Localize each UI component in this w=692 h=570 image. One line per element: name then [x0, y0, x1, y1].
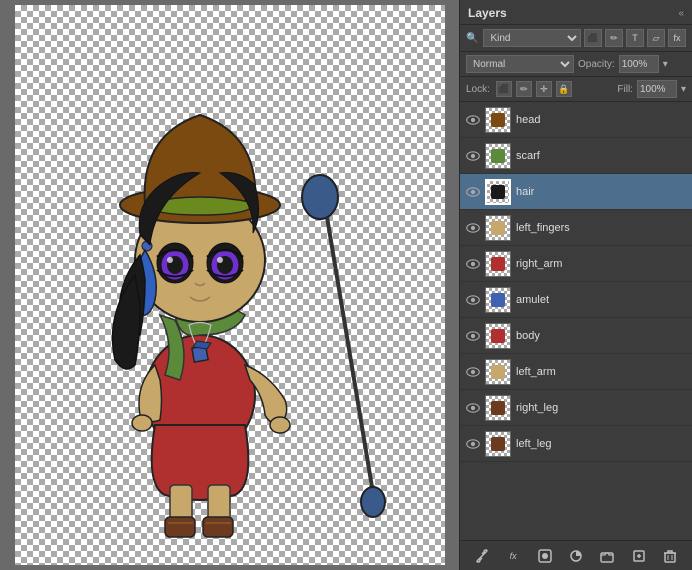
search-icon: 🔍 [466, 33, 478, 44]
layer-visibility-toggle[interactable] [464, 147, 482, 165]
blend-mode-select[interactable]: Normal [466, 55, 574, 73]
brush-filter-btn[interactable]: ✏ [605, 29, 623, 47]
layer-thumbnail [485, 215, 511, 241]
canvas-area [0, 0, 459, 570]
layer-visibility-toggle[interactable] [464, 183, 482, 201]
layer-name-label: left_leg [516, 438, 551, 450]
layer-name-label: body [516, 330, 540, 342]
new-adjustment-btn[interactable] [565, 545, 587, 567]
layers-list[interactable]: head scarf hair left_fingers right_arm a… [460, 102, 692, 540]
layer-thumbnail [485, 143, 511, 169]
layer-name-label: right_leg [516, 402, 558, 414]
layer-visibility-toggle[interactable] [464, 219, 482, 237]
layer-thumbnail [485, 323, 511, 349]
layer-name-label: left_fingers [516, 222, 570, 234]
fx-text: fx [510, 551, 517, 561]
fill-label: Fill: [617, 84, 633, 95]
layer-thumbnail [485, 431, 511, 457]
lock-row: Lock: ⬛ ✏ ✛ 🔒 Fill: ▾ [460, 77, 692, 102]
layers-panel: Layers « 🔍 Kind ⬛ ✏ T ▱ fx Normal Opacit… [459, 0, 692, 570]
layer-visibility-toggle[interactable] [464, 363, 482, 381]
layers-bottom-toolbar: fx [460, 540, 692, 570]
text-filter-btn[interactable]: T [626, 29, 644, 47]
layer-thumbnail [485, 251, 511, 277]
layer-visibility-toggle[interactable] [464, 435, 482, 453]
layer-item[interactable]: left_arm [460, 354, 692, 390]
canvas-checker [15, 5, 445, 565]
link-layers-btn[interactable] [471, 545, 493, 567]
fill-input[interactable] [637, 80, 677, 98]
layer-visibility-toggle[interactable] [464, 255, 482, 273]
layer-name-label: left_arm [516, 366, 556, 378]
add-style-btn[interactable]: fx [502, 545, 524, 567]
character-illustration [15, 5, 445, 565]
lock-image-btn[interactable]: ✏ [516, 81, 532, 97]
layer-item[interactable]: head [460, 102, 692, 138]
delete-layer-btn[interactable] [659, 545, 681, 567]
fill-arrow-icon[interactable]: ▾ [681, 84, 686, 95]
opacity-label: Opacity: [578, 59, 615, 70]
layer-thumbnail [485, 107, 511, 133]
opacity-input[interactable] [619, 55, 659, 73]
opacity-arrow-icon[interactable]: ▾ [663, 59, 668, 70]
layer-name-label: right_arm [516, 258, 562, 270]
layer-item[interactable]: body [460, 318, 692, 354]
blend-mode-row: Normal Opacity: ▾ [460, 52, 692, 77]
layer-visibility-toggle[interactable] [464, 291, 482, 309]
lock-all-btn[interactable]: 🔒 [556, 81, 572, 97]
pixel-filter-btn[interactable]: ⬛ [584, 29, 602, 47]
lock-label: Lock: [466, 84, 490, 95]
add-mask-btn[interactable] [534, 545, 556, 567]
layer-item[interactable]: left_fingers [460, 210, 692, 246]
layer-visibility-toggle[interactable] [464, 327, 482, 345]
filter-row: 🔍 Kind ⬛ ✏ T ▱ fx [460, 25, 692, 52]
new-group-btn[interactable] [596, 545, 618, 567]
panel-header: Layers « [460, 0, 692, 25]
layer-item[interactable]: left_leg [460, 426, 692, 462]
layer-thumbnail [485, 287, 511, 313]
layer-thumbnail [485, 179, 511, 205]
shape-filter-btn[interactable]: ▱ [647, 29, 665, 47]
layer-name-label: head [516, 114, 540, 126]
layer-thumbnail [485, 359, 511, 385]
layer-name-label: scarf [516, 150, 540, 162]
lock-pixels-btn[interactable]: ⬛ [496, 81, 512, 97]
fx-filter-btn[interactable]: fx [668, 29, 686, 47]
layer-thumbnail [485, 395, 511, 421]
new-layer-btn[interactable] [628, 545, 650, 567]
layer-name-label: hair [516, 186, 534, 198]
layer-item[interactable]: right_leg [460, 390, 692, 426]
layer-item[interactable]: scarf [460, 138, 692, 174]
collapse-icon[interactable]: « [678, 8, 684, 19]
layer-visibility-toggle[interactable] [464, 111, 482, 129]
lock-position-btn[interactable]: ✛ [536, 81, 552, 97]
panel-controls: « [678, 8, 684, 19]
layer-item[interactable]: amulet [460, 282, 692, 318]
layer-visibility-toggle[interactable] [464, 399, 482, 417]
layer-item[interactable]: right_arm [460, 246, 692, 282]
kind-filter-select[interactable]: Kind [483, 29, 581, 47]
layer-name-label: amulet [516, 294, 549, 306]
panel-title: Layers [468, 6, 507, 20]
layer-item[interactable]: hair [460, 174, 692, 210]
